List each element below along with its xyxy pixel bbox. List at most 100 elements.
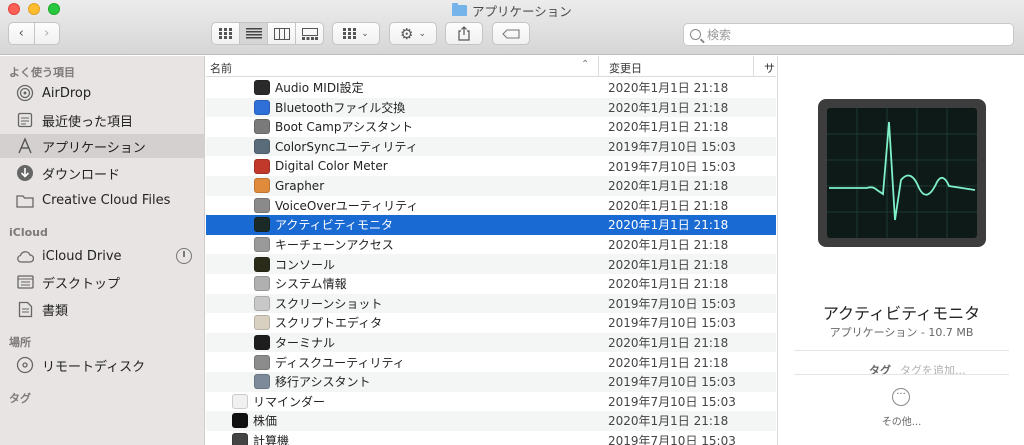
file-name: Digital Color Meter <box>275 159 388 174</box>
forward-button[interactable]: › <box>33 23 60 44</box>
file-row[interactable]: リマインダー 2019年7月10日 15:03 <box>206 392 776 412</box>
close-window-button[interactable] <box>8 3 20 15</box>
file-row[interactable]: ColorSyncユーティリティ 2019年7月10日 15:03 <box>206 136 776 157</box>
file-row[interactable]: スクリーンショット 2019年7月10日 15:03 <box>206 293 776 314</box>
file-name: Boot Campアシスタント <box>275 120 413 135</box>
app-icon <box>254 237 270 253</box>
sidebar-section-tags: タグ <box>9 392 31 405</box>
sidebar-item-label: ダウンロード <box>42 167 121 183</box>
file-list: 名前 ⌃ 変更日 サ Audio MIDI設定 2020年1月1日 21:18 Bl… <box>206 56 776 445</box>
column-header-size[interactable]: サ <box>764 60 775 76</box>
minimize-window-button[interactable] <box>28 3 40 15</box>
file-row[interactable]: システム情報 2020年1月1日 21:18 <box>206 274 776 294</box>
file-row[interactable]: 計算機 2019年7月10日 15:03 <box>206 431 776 445</box>
sidebar-item-recents[interactable]: 最近使った項目 <box>0 108 204 132</box>
sidebar-item-label: 最近使った項目 <box>42 114 134 130</box>
tags-label: タグ <box>869 364 891 377</box>
file-name: ディスクユーティリティ <box>275 355 405 370</box>
sidebar-item-label: 書類 <box>42 303 69 319</box>
file-modified-date: 2020年1月1日 21:18 <box>608 257 729 272</box>
desktop-icon <box>16 273 34 291</box>
file-row[interactable]: ターミナル 2020年1月1日 21:18 <box>206 332 776 353</box>
sidebar-item-creative-cloud-files[interactable]: Creative Cloud Files <box>0 188 204 212</box>
document-icon <box>16 300 34 318</box>
sidebar-item-label: アプリケーション <box>42 140 146 156</box>
list-view-button[interactable] <box>239 23 267 44</box>
file-row[interactable]: 移行アシスタント 2019年7月10日 15:03 <box>206 372 776 392</box>
app-icon <box>254 256 270 272</box>
view-mode-group <box>211 22 324 45</box>
sidebar-section-icloud: iCloud <box>9 226 48 239</box>
add-tag-field[interactable]: タグを追加... <box>900 362 966 378</box>
action-menu-button[interactable]: ⚙ ⌄ <box>389 22 437 45</box>
sidebar-section-favorites: よく使う項目 <box>9 66 75 79</box>
app-icon <box>254 99 270 115</box>
downloads-icon <box>16 164 34 182</box>
file-row[interactable]: Bluetoothファイル交換 2020年1月1日 21:18 <box>206 97 776 118</box>
sidebar-item-label: iCloud Drive <box>42 248 122 264</box>
search-field[interactable]: 検索 <box>683 23 1014 46</box>
icon-view-button[interactable] <box>212 23 239 44</box>
app-icon <box>254 295 270 311</box>
chevron-left-icon: ‹ <box>18 26 24 41</box>
file-row[interactable]: Audio MIDI設定 2020年1月1日 21:18 <box>206 78 776 98</box>
file-name: Bluetoothファイル交換 <box>275 100 406 115</box>
gallery-view-button[interactable] <box>295 23 323 44</box>
file-row[interactable]: アクティビティモニタ 2020年1月1日 21:18 <box>206 215 776 235</box>
chevron-down-icon: ⌄ <box>361 28 369 39</box>
folder-icon <box>452 2 467 16</box>
file-row[interactable]: スクリプトエディタ 2019年7月10日 15:03 <box>206 313 776 333</box>
group-by-button[interactable]: ⌄ <box>332 22 380 45</box>
file-modified-date: 2019年7月10日 15:03 <box>608 159 736 174</box>
tag-icon <box>502 28 520 39</box>
more-actions-button[interactable]: ··· <box>892 388 910 406</box>
file-row[interactable]: Digital Color Meter 2019年7月10日 15:03 <box>206 156 776 176</box>
app-icon <box>254 178 270 194</box>
activity-monitor-app-icon <box>818 99 986 247</box>
column-view-button[interactable] <box>267 23 295 44</box>
column-header-name[interactable]: 名前 <box>210 60 232 76</box>
file-row[interactable]: Grapher 2020年1月1日 21:18 <box>206 176 776 196</box>
file-row[interactable]: コンソール 2020年1月1日 21:18 <box>206 254 776 274</box>
file-modified-date: 2020年1月1日 21:18 <box>608 355 729 370</box>
edit-tags-button[interactable] <box>492 22 530 45</box>
file-row[interactable]: キーチェーンアクセス 2020年1月1日 21:18 <box>206 235 776 255</box>
sidebar-item-airdrop[interactable]: AirDrop <box>0 81 204 105</box>
grid-icon <box>219 28 232 39</box>
maximize-window-button[interactable] <box>48 3 60 15</box>
app-icon <box>232 393 248 409</box>
sidebar-item-downloads[interactable]: ダウンロード <box>0 161 204 185</box>
sort-ascending-icon: ⌃ <box>581 59 590 70</box>
column-header-date[interactable]: 変更日 <box>609 60 642 76</box>
disc-icon <box>16 356 34 374</box>
file-modified-date: 2020年1月1日 21:18 <box>608 179 729 194</box>
share-button[interactable] <box>445 22 483 45</box>
sidebar-item-documents[interactable]: 書類 <box>0 297 204 321</box>
recents-icon <box>16 111 34 129</box>
icloud-progress-icon[interactable] <box>176 248 192 264</box>
file-row[interactable]: 株価 2020年1月1日 21:18 <box>206 411 776 431</box>
sidebar-item-icloud-drive[interactable]: iCloud Drive <box>0 244 204 268</box>
preview-title: アクティビティモニタ <box>822 304 981 323</box>
column-divider[interactable] <box>598 56 599 77</box>
sidebar-item-applications[interactable]: アプリケーション <box>0 134 204 158</box>
chevron-right-icon: › <box>44 26 50 41</box>
file-modified-date: 2020年1月1日 21:18 <box>608 198 729 213</box>
sidebar-item-desktop[interactable]: デスクトップ <box>0 270 204 294</box>
file-name: 計算機 <box>253 434 290 445</box>
file-row[interactable]: VoiceOverユーティリティ 2020年1月1日 21:18 <box>206 196 776 216</box>
nav-button-group: ‹ › <box>8 22 60 45</box>
cloud-icon <box>16 247 34 265</box>
file-modified-date: 2020年1月1日 21:18 <box>608 277 729 292</box>
folder-icon <box>16 191 34 209</box>
file-modified-date: 2019年7月10日 15:03 <box>608 375 736 390</box>
file-row[interactable]: Boot Campアシスタント 2020年1月1日 21:18 <box>206 117 776 137</box>
back-button[interactable]: ‹ <box>9 23 34 44</box>
file-row[interactable]: ディスクユーティリティ 2020年1月1日 21:18 <box>206 352 776 372</box>
file-name: 移行アシスタント <box>275 375 371 390</box>
sidebar-item-remote-disc[interactable]: リモートディスク <box>0 353 204 377</box>
column-divider[interactable] <box>753 56 754 77</box>
sidebar-section-locations: 場所 <box>9 336 31 349</box>
app-icon <box>254 276 270 292</box>
window-title: アプリケーション <box>452 1 572 19</box>
